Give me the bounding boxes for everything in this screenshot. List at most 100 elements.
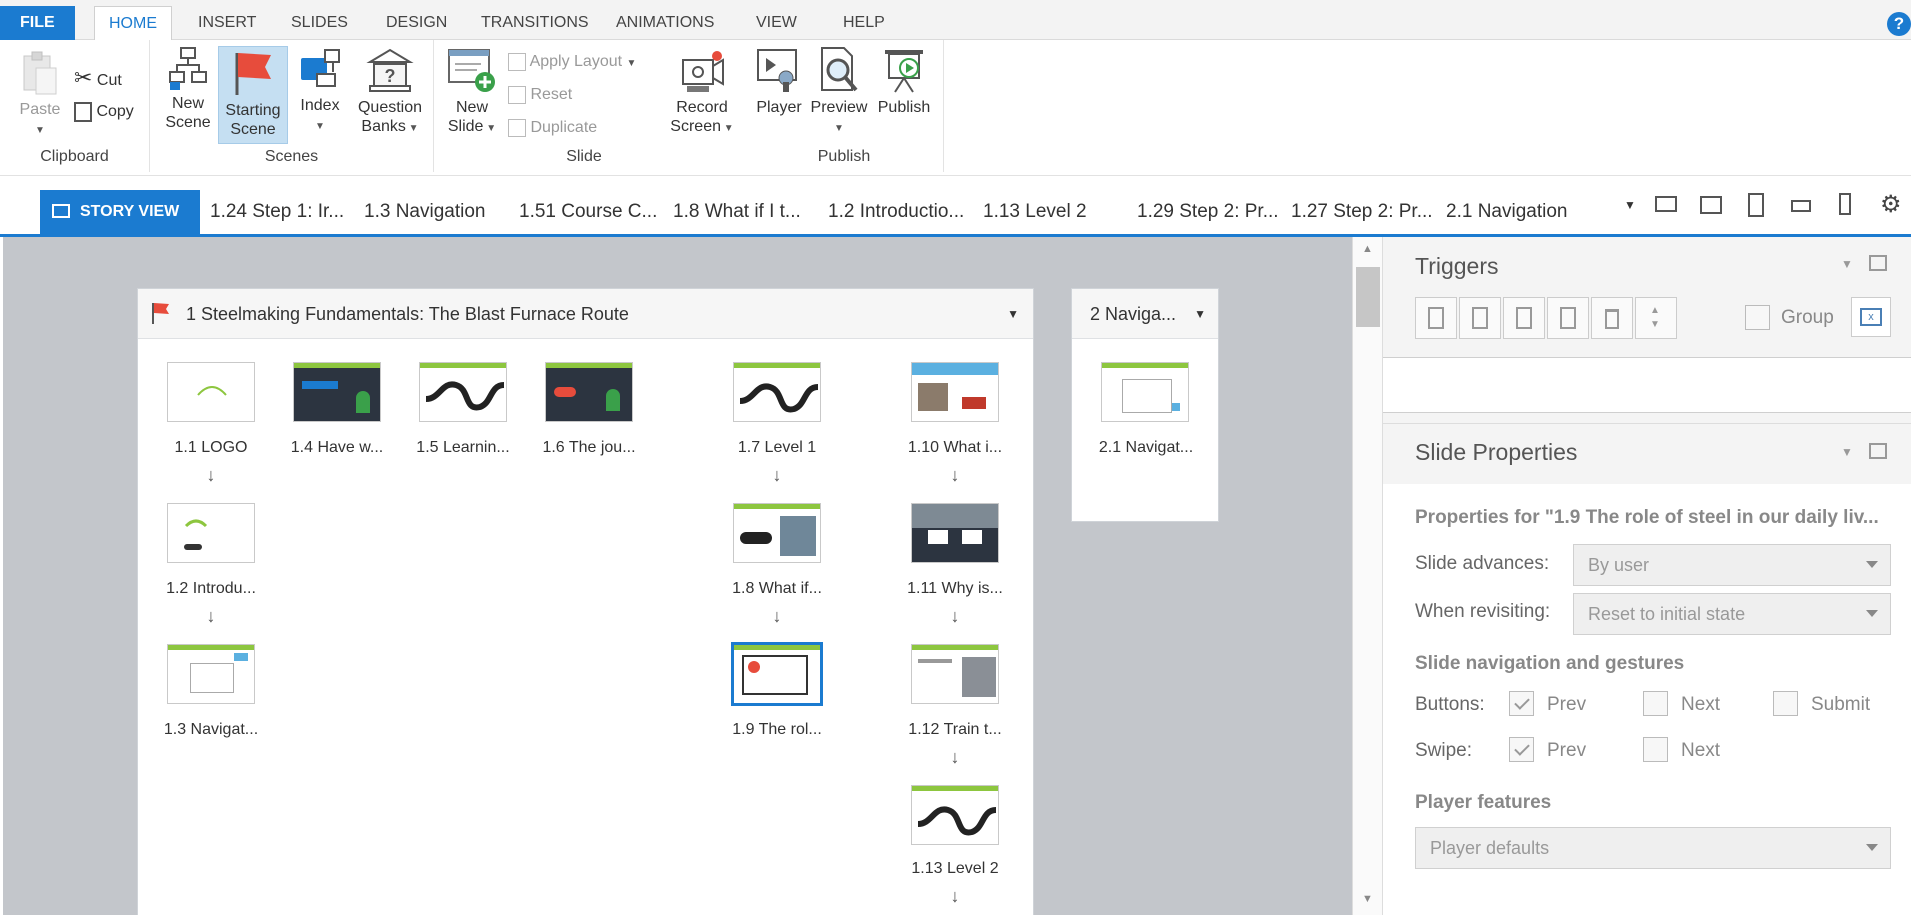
slide-tab[interactable]: 1.8 What if I t... bbox=[673, 190, 801, 234]
copy-trigger-button[interactable] bbox=[1503, 297, 1545, 339]
slide-thumbnail[interactable] bbox=[911, 503, 999, 563]
slide-thumbnail[interactable] bbox=[733, 362, 821, 422]
apply-layout-label: Apply Layout bbox=[529, 53, 623, 70]
clipboard-group: Paste ▼ ✂ Cut Copy Clipboard bbox=[0, 40, 150, 172]
slide-tab[interactable]: 1.13 Level 2 bbox=[983, 190, 1087, 234]
next-swipe-checkbox[interactable] bbox=[1643, 737, 1668, 762]
slide-tab[interactable]: 1.51 Course C... bbox=[519, 190, 657, 234]
scene-collapse-icon[interactable]: ▼ bbox=[1007, 289, 1019, 339]
slide-label: 1.5 Learnin... bbox=[416, 439, 510, 456]
apply-layout-button[interactable]: Apply Layout ▼ bbox=[508, 50, 636, 74]
player-features-dropdown[interactable]: Player defaults bbox=[1415, 827, 1891, 869]
phone-landscape-icon[interactable] bbox=[1791, 200, 1811, 212]
slide-tab[interactable]: 1.2 Introductio... bbox=[828, 190, 964, 234]
duplicate-button[interactable]: Duplicate bbox=[508, 116, 597, 140]
when-revisiting-dropdown[interactable]: Reset to initial state bbox=[1573, 593, 1891, 635]
index-button[interactable]: Index ▼ bbox=[292, 46, 348, 136]
slide-thumbnail[interactable] bbox=[1101, 362, 1189, 422]
link-arrow: ↓ bbox=[950, 606, 960, 626]
slide-advances-dropdown[interactable]: By user bbox=[1573, 544, 1891, 586]
undock-icon[interactable] bbox=[1869, 255, 1887, 271]
delete-trigger-button[interactable] bbox=[1591, 297, 1633, 339]
chevron-down-icon[interactable]: ▼ bbox=[1841, 257, 1853, 271]
tab-insert[interactable]: INSERT bbox=[184, 6, 270, 40]
scroll-up-icon[interactable]: ▲ bbox=[1362, 243, 1373, 255]
edit-trigger-button[interactable] bbox=[1459, 297, 1501, 339]
slide-thumbnail[interactable] bbox=[911, 362, 999, 422]
chevron-down-icon: ▼ bbox=[834, 123, 844, 134]
help-icon[interactable]: ? bbox=[1887, 12, 1911, 36]
slide-thumbnail[interactable] bbox=[293, 362, 381, 422]
prev-button-checkbox[interactable] bbox=[1509, 691, 1534, 716]
slide-tab[interactable]: 1.29 Step 2: Pr... bbox=[1137, 190, 1279, 234]
move-trigger-button[interactable]: ▲ ▼ bbox=[1635, 297, 1677, 339]
slide-tab[interactable]: 1.24 Step 1: Ir... bbox=[210, 190, 344, 234]
copy-button[interactable]: Copy bbox=[74, 100, 134, 124]
duplicate-label: Duplicate bbox=[530, 119, 598, 136]
story-view-canvas[interactable]: 1 Steelmaking Fundamentals: The Blast Fu… bbox=[3, 237, 1352, 915]
tab-slides[interactable]: SLIDES bbox=[277, 6, 362, 40]
triggers-list[interactable] bbox=[1383, 357, 1911, 413]
slide-thumbnail[interactable] bbox=[911, 785, 999, 845]
record-screen-button[interactable]: Record Screen ▼ bbox=[666, 48, 738, 138]
group-label: Group bbox=[1781, 307, 1834, 328]
question-banks-button[interactable]: ? Question Banks ▼ bbox=[350, 46, 430, 138]
group-checkbox[interactable] bbox=[1745, 305, 1770, 330]
slide-thumbnail[interactable] bbox=[911, 644, 999, 704]
undock-icon[interactable] bbox=[1869, 443, 1887, 459]
chevron-down-icon: ▼ bbox=[626, 58, 637, 69]
slide-thumbnail[interactable] bbox=[167, 362, 255, 422]
reset-button[interactable]: Reset bbox=[508, 83, 572, 107]
tablet-landscape-icon[interactable] bbox=[1700, 196, 1722, 214]
starting-scene-button[interactable]: Starting Scene bbox=[218, 46, 288, 144]
publish-button[interactable]: Publish bbox=[872, 46, 936, 117]
slide-tab[interactable]: 2.1 Navigation bbox=[1446, 190, 1567, 234]
tabs-overflow-icon[interactable]: ▼ bbox=[1624, 198, 1636, 212]
slide-thumbnail[interactable] bbox=[167, 503, 255, 563]
preview-button[interactable]: Preview ▼ bbox=[806, 46, 872, 138]
story-view-tab[interactable]: STORY VIEW bbox=[40, 190, 200, 234]
submit-button-checkbox[interactable] bbox=[1773, 691, 1798, 716]
new-slide-button[interactable]: New Slide ▼ bbox=[442, 48, 502, 138]
next-button-checkbox[interactable] bbox=[1643, 691, 1668, 716]
prev-swipe-checkbox[interactable] bbox=[1509, 737, 1534, 762]
paste-button[interactable]: Paste ▼ bbox=[16, 50, 64, 140]
submit-button-label: Submit bbox=[1811, 694, 1871, 715]
gear-icon[interactable]: ⚙ bbox=[1880, 190, 1902, 219]
new-scene-button[interactable]: New Scene bbox=[162, 46, 214, 132]
scene-collapse-icon[interactable]: ▼ bbox=[1194, 289, 1206, 339]
slide-thumbnail-selected[interactable] bbox=[731, 642, 823, 706]
desktop-icon[interactable] bbox=[1655, 196, 1677, 212]
prev-button-label: Prev bbox=[1547, 694, 1587, 715]
player-button[interactable]: Player bbox=[752, 46, 806, 117]
link-arrow: ↓ bbox=[206, 606, 216, 626]
question-bank-icon: ? bbox=[366, 48, 414, 92]
tab-transitions[interactable]: TRANSITIONS bbox=[467, 6, 603, 40]
reset-label: Reset bbox=[530, 86, 573, 103]
tab-help[interactable]: HELP bbox=[829, 6, 899, 40]
paste-trigger-button[interactable] bbox=[1547, 297, 1589, 339]
tab-view[interactable]: VIEW bbox=[742, 6, 811, 40]
slide-thumbnail[interactable] bbox=[167, 644, 255, 704]
chevron-down-icon[interactable]: ▼ bbox=[1841, 445, 1853, 459]
slide-tab[interactable]: 1.3 Navigation bbox=[364, 190, 485, 234]
new-trigger-button[interactable] bbox=[1415, 297, 1457, 339]
scroll-down-icon[interactable]: ▼ bbox=[1362, 893, 1373, 905]
tab-animations[interactable]: ANIMATIONS bbox=[602, 6, 728, 40]
scene-panel[interactable]: 1 Steelmaking Fundamentals: The Blast Fu… bbox=[137, 288, 1034, 915]
slide-thumbnail[interactable] bbox=[545, 362, 633, 422]
canvas-scrollbar[interactable]: ▲ ▼ bbox=[1352, 237, 1382, 915]
tab-home[interactable]: HOME bbox=[94, 6, 172, 41]
phone-portrait-icon[interactable] bbox=[1839, 193, 1851, 215]
tab-design[interactable]: DESIGN bbox=[372, 6, 461, 40]
scrollbar-thumb[interactable] bbox=[1356, 267, 1380, 327]
tab-file[interactable]: FILE bbox=[0, 6, 75, 40]
slide-tab[interactable]: 1.27 Step 2: Pr... bbox=[1291, 190, 1433, 234]
slide-thumbnail[interactable] bbox=[733, 503, 821, 563]
variables-button[interactable]: x bbox=[1851, 297, 1891, 337]
scene-header: 2 Naviga... ▼ bbox=[1072, 289, 1218, 339]
slide-thumbnail[interactable] bbox=[419, 362, 507, 422]
cut-button[interactable]: ✂ Cut bbox=[74, 66, 122, 90]
scene-panel[interactable]: 2 Naviga... ▼ 2.1 Navigat... bbox=[1071, 288, 1219, 522]
tablet-portrait-icon[interactable] bbox=[1748, 193, 1764, 217]
